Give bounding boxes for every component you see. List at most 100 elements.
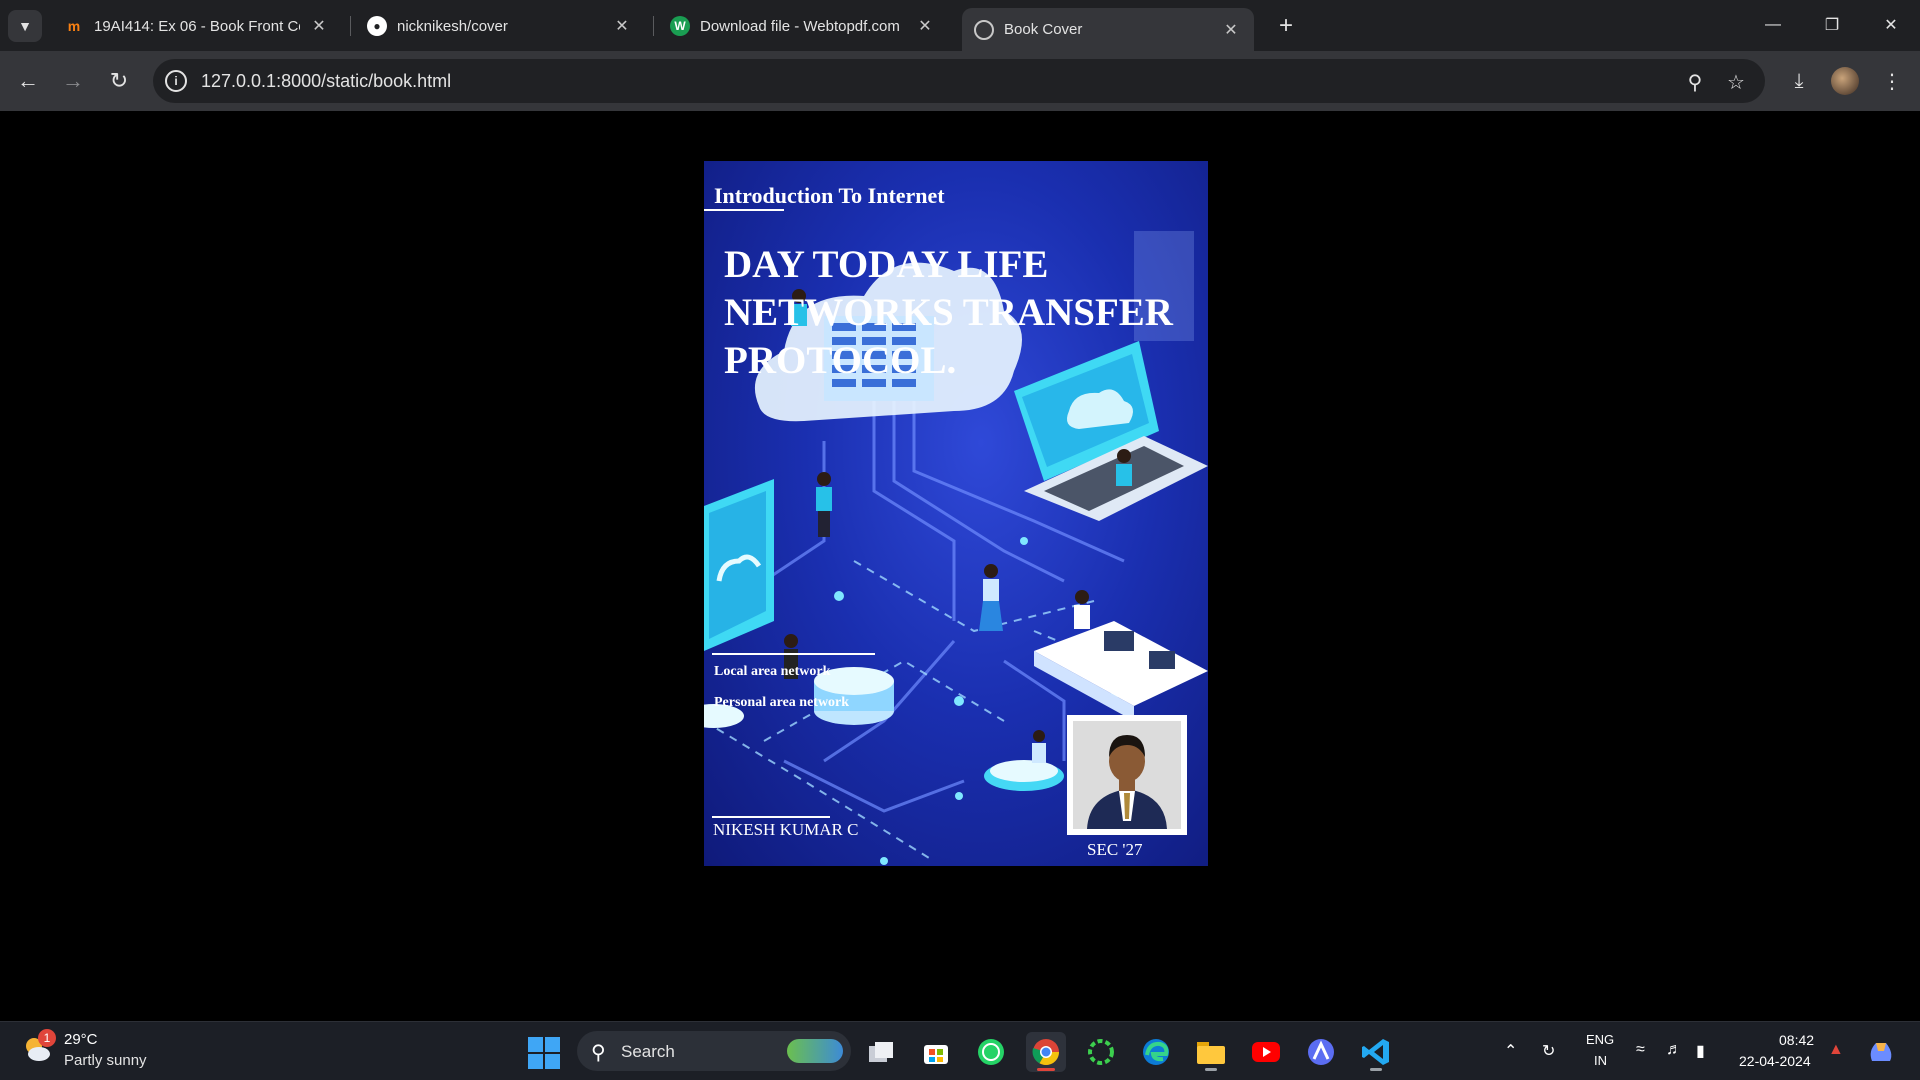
search-label: Search	[621, 1042, 675, 1061]
author-photo	[1067, 715, 1187, 835]
running-indicator	[1037, 1068, 1055, 1071]
profile-avatar[interactable]	[1831, 67, 1859, 95]
globe-icon	[974, 19, 994, 40]
taskbar-app-whatsapp[interactable]	[971, 1032, 1011, 1072]
new-tab-button[interactable]: +	[1270, 10, 1302, 42]
minimize-button[interactable]: —	[1744, 0, 1802, 50]
taskbar-app-vscode[interactable]	[1356, 1032, 1396, 1072]
arrow-right-icon: →	[62, 68, 84, 93]
whatsapp-icon	[978, 1039, 1004, 1065]
chevron-up-icon[interactable]: ⌃	[1504, 1041, 1517, 1061]
taskbar-app-edge[interactable]	[1136, 1032, 1176, 1072]
tab-title: Download file - Webtopdf.com	[700, 17, 900, 35]
folder-icon	[1197, 1042, 1225, 1064]
tab-search-button[interactable]: ▼	[8, 10, 42, 42]
tab-title: Book Cover	[1004, 21, 1083, 38]
divider	[704, 209, 784, 211]
windows-logo-pane	[545, 1054, 560, 1069]
battery-icon[interactable]: ▮	[1696, 1041, 1705, 1061]
notification-badge: 1	[38, 1029, 56, 1047]
close-icon[interactable]: ✕	[308, 15, 330, 37]
kebab-menu-icon[interactable]: ⋮	[1874, 63, 1910, 99]
notification-bell-icon[interactable]: ▲	[1828, 1041, 1844, 1059]
tab-book-cover[interactable]: Book Cover ✕	[962, 8, 1254, 51]
close-icon: ✕	[1884, 17, 1898, 34]
wifi-icon[interactable]: ≈	[1636, 1041, 1645, 1059]
site-info-icon[interactable]: i	[165, 70, 187, 92]
tab-separator	[350, 16, 351, 36]
book-cover: Introduction To Internet DAY TODAY LIFE …	[704, 161, 1208, 866]
url-text[interactable]: 127.0.0.1:8000/static/book.html	[201, 71, 451, 92]
reload-icon: ↻	[109, 68, 129, 93]
windows-logo-icon	[528, 1037, 543, 1052]
tab-webtopdf[interactable]: W Download file - Webtopdf.com ✕	[658, 8, 948, 44]
windows-logo-pane	[545, 1037, 560, 1052]
download-icon[interactable]: ⤓	[1781, 63, 1817, 99]
close-icon[interactable]: ✕	[1220, 19, 1242, 41]
taskbar-app-sync[interactable]	[1081, 1032, 1121, 1072]
topic-item: Personal area network	[714, 695, 850, 710]
back-button[interactable]: ←	[10, 63, 46, 99]
taskbar-search[interactable]: ⚲ Search	[577, 1031, 851, 1071]
microsoft-store-icon	[924, 1045, 948, 1064]
photo-caption: SEC '27	[1087, 840, 1143, 859]
plus-icon: +	[1278, 12, 1293, 39]
chrome-icon	[1032, 1039, 1060, 1066]
windows-taskbar: 1 29°C Partly sunny ⚲ Search ⌃ ↻ ENG IN …	[0, 1021, 1920, 1080]
restore-icon: ❐	[1824, 17, 1840, 34]
running-indicator	[1370, 1068, 1382, 1071]
chevron-down-icon: ▼	[18, 18, 32, 34]
taskbar-app-chrome[interactable]	[1026, 1032, 1066, 1072]
close-icon[interactable]: ✕	[611, 15, 633, 37]
bookmark-star-icon[interactable]: ☆	[1722, 68, 1750, 96]
weather-temperature[interactable]: 29°C	[64, 1031, 98, 1048]
close-window-button[interactable]: ✕	[1862, 0, 1920, 50]
search-highlight-image	[787, 1039, 843, 1063]
clock-time[interactable]: 08:42	[1779, 1032, 1814, 1048]
minimize-icon: —	[1765, 16, 1781, 33]
youtube-icon	[1252, 1042, 1280, 1062]
tab-moodle[interactable]: m 19AI414: Ex 06 - Book Front Co ✕	[52, 8, 342, 44]
task-view-icon	[869, 1042, 893, 1062]
headline-line: NETWORKS TRANSFER	[724, 291, 1173, 334]
volume-icon[interactable]: ♬	[1666, 1041, 1682, 1059]
moodle-icon: m	[67, 18, 81, 34]
address-bar[interactable]: i 127.0.0.1:8000/static/book.html ⚲ ☆	[153, 59, 1765, 103]
author-name: NIKESH KUMAR C	[713, 820, 859, 839]
book-subject: Introduction To Internet	[714, 183, 945, 208]
taskbar-app-store[interactable]	[916, 1032, 956, 1072]
weather-description[interactable]: Partly sunny	[64, 1052, 147, 1069]
edge-icon	[1143, 1039, 1169, 1065]
webtopdf-icon: W	[670, 16, 690, 36]
region-indicator[interactable]: IN	[1594, 1053, 1607, 1068]
vscode-icon	[1362, 1039, 1389, 1065]
forward-button[interactable]: →	[55, 63, 91, 99]
zoom-icon[interactable]: ⚲	[1681, 68, 1709, 96]
taskbar-app-explorer[interactable]	[1191, 1032, 1231, 1072]
task-view-button[interactable]	[861, 1032, 901, 1072]
sync-icon[interactable]: ↻	[1542, 1041, 1555, 1061]
divider	[712, 653, 875, 655]
reload-button[interactable]: ↻	[101, 63, 137, 99]
headline-line: DAY TODAY LIFE	[724, 243, 1049, 286]
tab-separator	[653, 16, 654, 36]
clock-date[interactable]: 22-04-2024	[1739, 1053, 1811, 1069]
copilot-icon[interactable]	[1866, 1037, 1896, 1067]
language-indicator[interactable]: ENG	[1586, 1032, 1614, 1047]
divider	[712, 816, 830, 818]
arrow-left-icon: ←	[17, 68, 39, 93]
search-icon: ⚲	[591, 1042, 606, 1064]
github-icon: ●	[367, 16, 387, 36]
close-icon[interactable]: ✕	[914, 15, 936, 37]
tab-title: nicknikesh/cover	[397, 17, 508, 35]
headline-line: PROTOCOL.	[724, 339, 957, 382]
portrait-image	[1073, 721, 1181, 829]
restore-button[interactable]: ❐	[1803, 0, 1861, 50]
start-button[interactable]	[528, 1037, 560, 1069]
tab-title: 19AI414: Ex 06 - Book Front Co	[94, 17, 300, 35]
taskbar-app-triangle[interactable]	[1301, 1032, 1341, 1072]
taskbar-app-youtube[interactable]	[1246, 1032, 1286, 1072]
windows-logo-pane	[528, 1054, 543, 1069]
running-indicator	[1205, 1068, 1217, 1071]
tab-github[interactable]: ● nicknikesh/cover ✕	[355, 8, 645, 44]
